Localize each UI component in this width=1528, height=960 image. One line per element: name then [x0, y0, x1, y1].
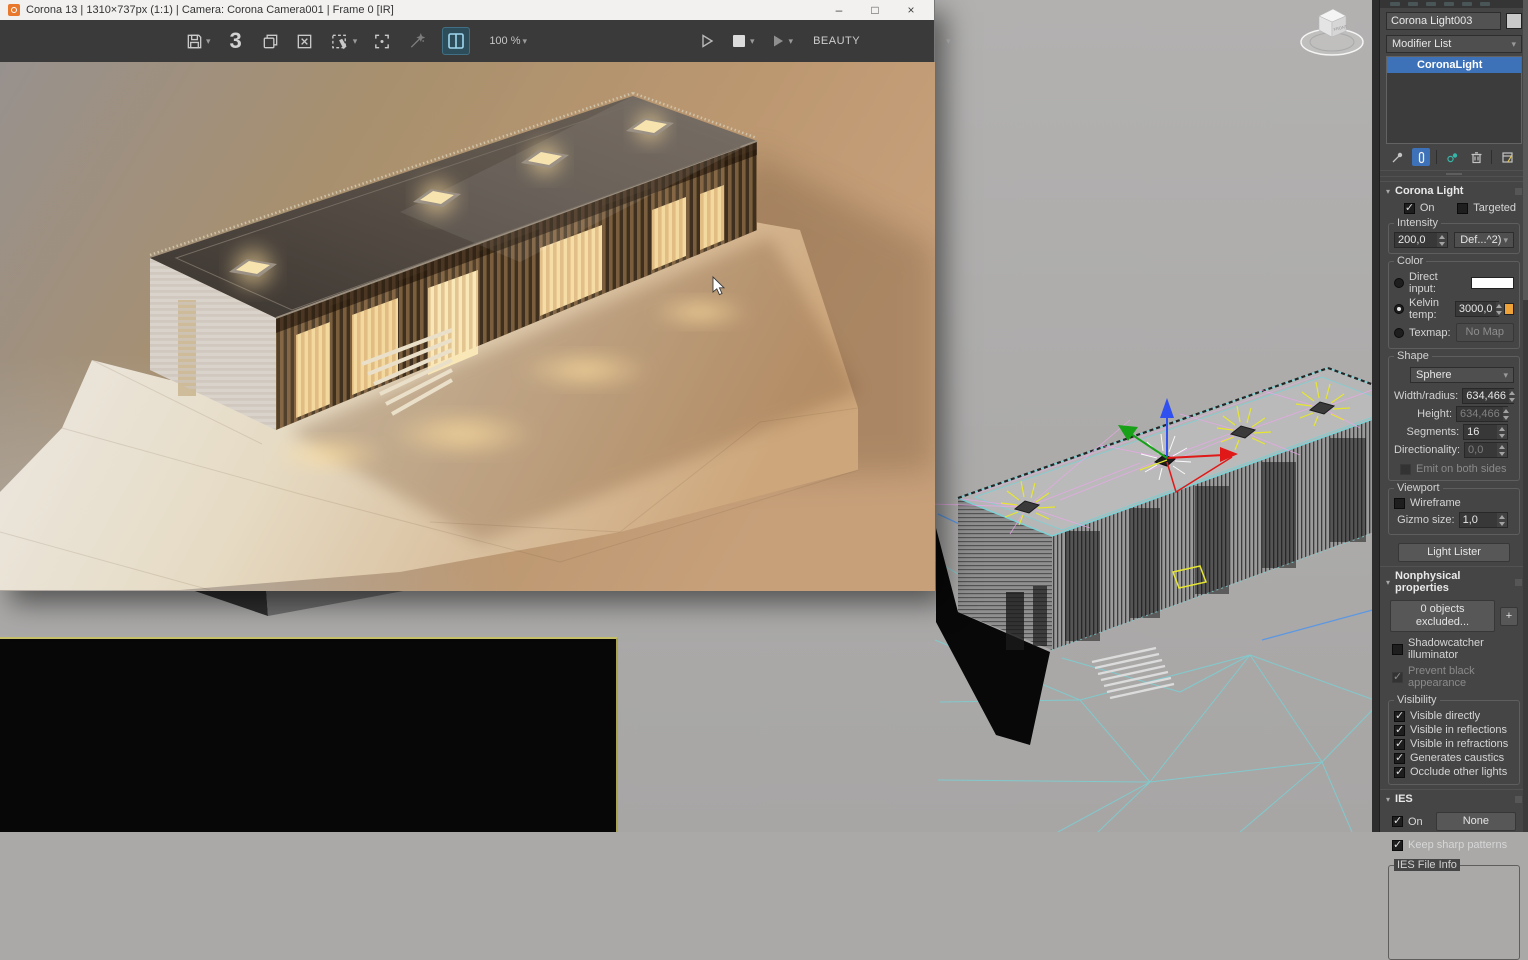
kelvin-spinner[interactable]: 3000,0 — [1454, 301, 1502, 317]
checkbox-targeted[interactable] — [1457, 202, 1469, 214]
command-panel: Corona Light003 Modifier List ▾ CoronaLi… — [1380, 0, 1528, 960]
visibility-group: Visibility Visible directly Visible in r… — [1388, 694, 1520, 785]
ies-file-info-group: IES File Info — [1388, 859, 1520, 960]
units-caret-icon: ▾ — [1503, 234, 1508, 245]
vfb-titlebar[interactable]: Corona 13 | 1310×737px (1:1) | Camera: C… — [0, 0, 934, 20]
shape-group: Shape Sphere ▾ Width/radius: 634,466 Hei… — [1388, 350, 1520, 481]
corona-vfb-window[interactable]: Corona 13 | 1310×737px (1:1) | Camera: C… — [0, 0, 951, 591]
checkbox-ies-on[interactable] — [1392, 814, 1403, 827]
command-panel-tabs[interactable] — [1380, 0, 1528, 8]
stack-item-coronalight[interactable]: CoronaLight — [1387, 57, 1521, 73]
rollout-corona-light[interactable]: ▾ Corona Light — [1380, 181, 1528, 200]
checkbox-visible-directly[interactable] — [1394, 709, 1405, 722]
intensity-spinner[interactable]: 200,0 — [1394, 232, 1449, 248]
checkbox-generates-caustics[interactable] — [1394, 751, 1405, 764]
direct-input-color-swatch[interactable] — [1471, 277, 1514, 289]
pin-stack-button[interactable] — [1388, 148, 1406, 166]
make-unique-button[interactable] — [1443, 148, 1461, 166]
checkbox-on[interactable] — [1403, 201, 1415, 214]
shape-caret-icon: ▾ — [1503, 369, 1508, 380]
add-exclude-button[interactable]: + — [1500, 606, 1518, 626]
checkbox-emit-both-sides — [1400, 463, 1411, 475]
radio-kelvin-temp[interactable] — [1394, 304, 1404, 314]
save-caret-icon: ▾ — [206, 35, 211, 46]
interactive-render-button[interactable]: ▾ — [769, 32, 794, 50]
panel-scrollbar[interactable] — [1523, 0, 1528, 832]
remove-modifier-button[interactable] — [1467, 148, 1485, 166]
shape-type-dropdown[interactable]: Sphere ▾ — [1410, 367, 1514, 383]
checkbox-visible-refractions[interactable] — [1394, 737, 1405, 750]
clear-button[interactable] — [295, 32, 314, 51]
radio-texmap[interactable] — [1394, 327, 1404, 338]
intensity-units-dropdown[interactable]: Def...^2) ▾ — [1454, 232, 1514, 248]
pick-focus-button[interactable] — [372, 32, 392, 51]
exclude-objects-button[interactable]: 0 objects excluded... — [1390, 600, 1495, 632]
checkbox-occlude-other-lights[interactable] — [1394, 765, 1405, 778]
checkbox-prevent-black — [1392, 670, 1403, 683]
rollout-pin-icon — [1515, 795, 1522, 803]
stop-caret-icon: ▾ — [750, 35, 755, 46]
vfb-window-title: Corona 13 | 1310×737px (1:1) | Camera: C… — [26, 4, 394, 16]
minimize-button[interactable]: – — [824, 3, 854, 17]
rollout-arrow-icon: ▾ — [1386, 186, 1391, 196]
checkbox-keep-sharp-patterns[interactable] — [1392, 838, 1403, 851]
width-radius-spinner[interactable]: 634,466 — [1462, 388, 1515, 404]
rollout-pin-icon — [1515, 187, 1522, 195]
texmap-button[interactable]: No Map — [1455, 323, 1514, 342]
panel-splitter[interactable] — [1380, 170, 1528, 177]
checkbox-visible-reflections[interactable] — [1394, 723, 1405, 736]
camera-viewport-black[interactable] — [0, 637, 618, 832]
ab-compare-button[interactable] — [442, 27, 471, 55]
panel-divider — [1372, 0, 1380, 832]
render-pass-selector[interactable]: BEAUTY — [813, 35, 860, 47]
rendered-image[interactable] — [0, 62, 935, 591]
directionality-spinner: 0,0 — [1464, 442, 1508, 458]
configure-modifier-sets-button[interactable] — [1498, 148, 1516, 166]
object-color-swatch[interactable] — [1506, 13, 1522, 29]
history-slot-number[interactable]: 3 — [230, 28, 242, 54]
render-region-button[interactable]: ▾ — [329, 32, 358, 51]
ies-file-button[interactable]: None — [1435, 812, 1516, 831]
modifier-caret-icon: ▾ — [1511, 38, 1516, 49]
close-button[interactable]: × — [896, 3, 926, 17]
modifier-stack[interactable]: CoronaLight — [1386, 56, 1522, 144]
lightmix-wand-button[interactable] — [407, 32, 427, 51]
height-spinner: 634,466 — [1456, 406, 1509, 422]
render-start-button[interactable] — [698, 32, 716, 50]
ir-caret-icon: ▾ — [788, 35, 794, 46]
show-end-result-button[interactable] — [1412, 148, 1430, 166]
rollout-ies[interactable]: ▾ IES — [1380, 789, 1528, 808]
checkbox-shadowcatcher[interactable] — [1392, 643, 1403, 655]
region-caret-icon: ▾ — [352, 35, 358, 46]
duplicate-button[interactable] — [261, 32, 280, 51]
rollout-pin-icon — [1515, 578, 1522, 586]
color-group: Color Direct input: Kelvin temp: 3000,0 … — [1388, 255, 1520, 349]
pass-caret-icon[interactable]: ▾ — [946, 36, 951, 47]
viewport-group: Viewport Wireframe Gizmo size: 1,0 — [1388, 482, 1520, 535]
zoom-level-dropdown[interactable]: 100 % ▾ — [485, 35, 527, 47]
object-name-field[interactable]: Corona Light003 — [1386, 12, 1501, 30]
rollout-arrow-icon: ▾ — [1386, 577, 1391, 587]
segments-spinner[interactable]: 16 — [1463, 424, 1508, 440]
intensity-group: Intensity 200,0 Def...^2) ▾ — [1388, 217, 1520, 254]
radio-direct-input[interactable] — [1394, 278, 1404, 288]
rollout-nonphysical[interactable]: ▾ Nonphysical properties — [1380, 566, 1528, 597]
vfb-toolbar: ▾ 3 ▾ 100 % ▾ ▾ ▾ BEAUTY ▾ — [0, 20, 951, 62]
modifier-list-dropdown[interactable]: Modifier List ▾ — [1386, 35, 1522, 53]
rollout-arrow-icon: ▾ — [1386, 794, 1391, 804]
light-lister-button[interactable]: Light Lister — [1398, 543, 1510, 562]
corona-app-icon — [8, 4, 20, 16]
kelvin-color-swatch — [1503, 303, 1514, 315]
maximize-button[interactable]: □ — [860, 3, 890, 17]
save-button[interactable]: ▾ — [185, 32, 211, 51]
zoom-caret-icon: ▾ — [522, 35, 528, 46]
checkbox-wireframe[interactable] — [1394, 497, 1405, 509]
modifier-stack-tools — [1380, 146, 1528, 168]
render-stop-button[interactable]: ▾ — [730, 32, 755, 50]
gizmo-size-spinner[interactable]: 1,0 — [1458, 512, 1508, 528]
